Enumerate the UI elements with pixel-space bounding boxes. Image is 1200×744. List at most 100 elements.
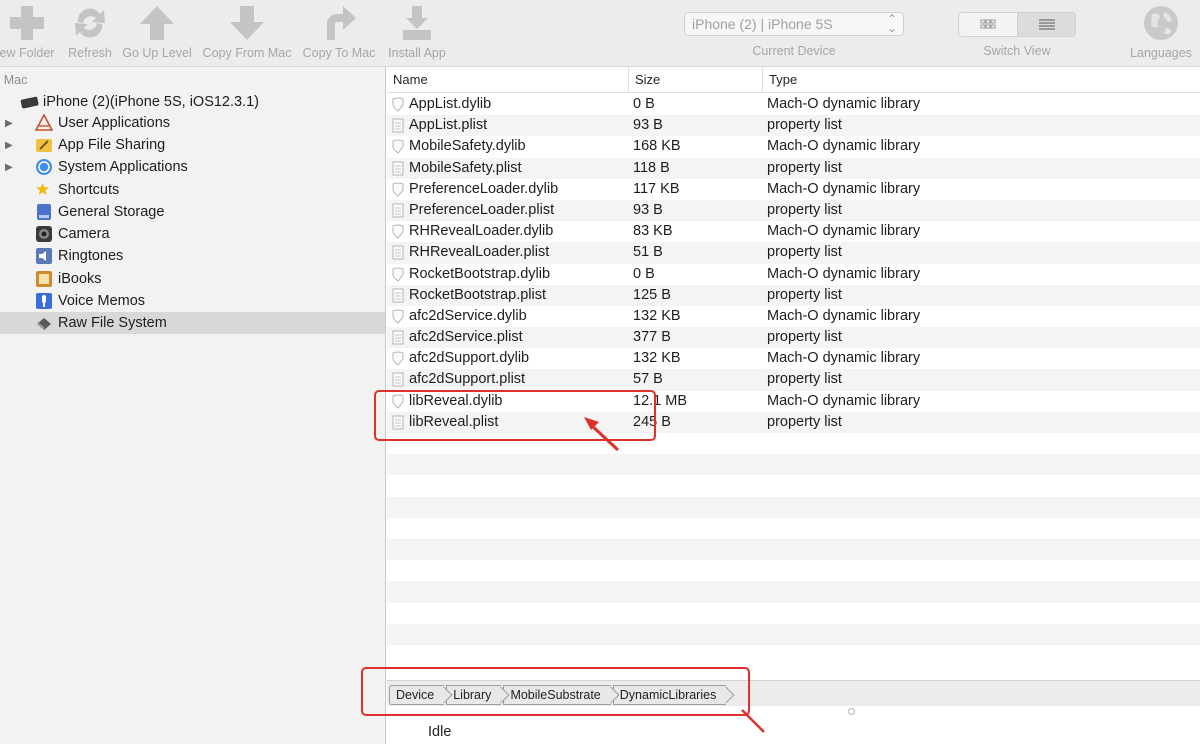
go-up-level-button[interactable]: Go Up Level: [120, 4, 194, 62]
table-row[interactable]: AppList.dylib 0 B Mach-O dynamic library: [387, 94, 1200, 115]
cell-name: MobileSafety.dylib: [409, 138, 526, 155]
refresh-label: Refresh: [68, 46, 112, 60]
copy-to-mac-label: Copy To Mac: [302, 46, 376, 60]
cell-size: 0 B: [633, 96, 655, 112]
sidebar-item-label: User Applications: [58, 115, 171, 131]
disclosure-triangle-icon[interactable]: ▶: [5, 162, 13, 173]
cell-name: RocketBootstrap.dylib: [409, 265, 551, 282]
column-header-name[interactable]: Name: [387, 67, 629, 92]
table-body: AppList.dylib 0 B Mach-O dynamic library Ap…: [387, 94, 1200, 666]
sidebar-item-ibooks[interactable]: iBooks: [0, 268, 385, 290]
table-row[interactable]: MobileSafety.plist 118 B property list: [387, 157, 1200, 179]
table-row[interactable]: PreferenceLoader.plist 93 B property list: [387, 199, 1200, 222]
cell-type: Mach-O dynamic library: [767, 223, 921, 240]
sidebar-item-ringtones[interactable]: Ringtones: [0, 245, 385, 267]
sidebar-item-label: Shortcuts: [58, 182, 120, 198]
table-row[interactable]: afc2dService.plist 377 B property list: [387, 327, 1200, 349]
sidebar-item-voice-memos[interactable]: Voice Memos: [0, 290, 385, 312]
sidebar-item-camera[interactable]: Camera: [0, 223, 385, 245]
sidebar-item-raw-file-system[interactable]: Raw File System: [0, 312, 385, 334]
table-row[interactable]: RocketBootstrap.dylib 0 B Mach-O dynamic l…: [387, 264, 1200, 285]
microphone-icon: [36, 293, 52, 309]
disclosure-triangle-icon[interactable]: ▶: [5, 140, 13, 151]
empty-row: [387, 603, 1200, 624]
sidebar-item-label: iBooks: [58, 271, 102, 287]
column-header-size[interactable]: Size: [629, 67, 763, 92]
refresh-button[interactable]: Refresh: [62, 4, 118, 62]
empty-row: [387, 475, 1200, 496]
install-app-button[interactable]: Install App: [384, 4, 450, 62]
cell-size: 117 KB: [633, 180, 680, 197]
arrow-down-icon: [230, 6, 264, 40]
copy-from-mac-button[interactable]: Copy From Mac: [200, 4, 294, 62]
cell-name: AppList.plist: [409, 117, 488, 134]
cell-type: property list: [767, 413, 842, 430]
table-row[interactable]: AppList.plist 93 B property list: [387, 115, 1200, 137]
empty-row: [387, 581, 1200, 603]
cell-type: property list: [767, 244, 842, 261]
plist-file-icon: [392, 118, 404, 133]
dylib-file-icon: [392, 97, 404, 112]
cell-type: property list: [767, 201, 842, 218]
new-folder-button[interactable]: ew Folder: [0, 4, 62, 62]
cell-name: afc2dSupport.plist: [409, 371, 526, 388]
copy-from-mac-label: Copy From Mac: [202, 46, 292, 60]
breadcrumb-item[interactable]: DynamicLibraries: [612, 685, 727, 705]
app-file-sharing-icon: [36, 139, 52, 152]
storage-icon: [37, 204, 51, 220]
cell-size: 168 KB: [633, 138, 681, 155]
device-select[interactable]: iPhone (2) | iPhone 5S ⌃ ⌄: [684, 12, 904, 36]
cell-size: 83 KB: [633, 223, 673, 240]
cell-type: property list: [767, 286, 842, 303]
cell-size: 93 B: [633, 117, 663, 134]
list-view-segment[interactable]: [1018, 13, 1075, 36]
copy-to-mac-button[interactable]: Copy To Mac: [300, 4, 378, 62]
table-row[interactable]: RHRevealLoader.plist 51 B property list: [387, 242, 1200, 264]
breadcrumb-item[interactable]: Library: [446, 685, 502, 705]
empty-row: [387, 496, 1200, 518]
table-row[interactable]: MobileSafety.dylib 168 KB Mach-O dynamic l…: [387, 136, 1200, 157]
cell-name: afc2dService.dylib: [409, 307, 527, 324]
cell-name: afc2dService.plist: [409, 329, 523, 346]
switch-view-label: Switch View: [983, 44, 1051, 58]
cell-size: 125 B: [633, 286, 671, 303]
empty-row: [387, 560, 1200, 581]
dylib-file-icon: [392, 309, 404, 324]
table-row[interactable]: RocketBootstrap.plist 125 B property list: [387, 284, 1200, 306]
sidebar-item-label: Camera: [58, 226, 110, 242]
device-select-value: iPhone (2) | iPhone 5S: [692, 16, 833, 32]
sidebar-item-user-applications[interactable]: ▶ User Applications: [0, 112, 385, 134]
sidebar-item-app-file-sharing[interactable]: ▶ App File Sharing: [0, 134, 385, 156]
sidebar-item-system-applications[interactable]: ▶ System Applications: [0, 156, 385, 178]
sidebar-item-general-storage[interactable]: General Storage: [0, 201, 385, 223]
table-row[interactable]: afc2dSupport.plist 57 B property list: [387, 369, 1200, 391]
languages-button[interactable]: Languages: [1122, 4, 1200, 60]
split-resize-handle[interactable]: [848, 708, 855, 715]
disclosure-triangle-icon[interactable]: ▶: [5, 118, 13, 129]
table-row[interactable]: afc2dService.dylib 132 KB Mach-O dynamic l…: [387, 306, 1200, 327]
status-text: Idle: [428, 724, 452, 740]
sidebar-item-shortcuts[interactable]: ★ Shortcuts: [0, 179, 385, 201]
table-row[interactable]: RHRevealLoader.dylib 83 KB Mach-O dynamic …: [387, 221, 1200, 242]
cell-name: RocketBootstrap.plist: [409, 286, 547, 303]
icon-view-segment[interactable]: [959, 13, 1017, 36]
switch-view-control[interactable]: [958, 12, 1076, 37]
cell-type: property list: [767, 329, 842, 346]
sidebar-section-header: y Mac: [0, 73, 28, 87]
table-row[interactable]: afc2dSupport.dylib 132 KB Mach-O dynamic l…: [387, 348, 1200, 369]
breadcrumb-item[interactable]: MobileSubstrate: [503, 685, 611, 705]
cell-name: PreferenceLoader.plist: [409, 201, 555, 218]
cell-size: 377 B: [633, 329, 671, 346]
cell-size: 51 B: [633, 244, 663, 261]
empty-row: [387, 623, 1200, 645]
breadcrumb-item[interactable]: Device: [389, 685, 445, 705]
table-row[interactable]: PreferenceLoader.dylib 117 KB Mach-O dynam…: [387, 179, 1200, 200]
sidebar-device[interactable]: iPhone (2)(iPhone 5S, iOS12.3.1): [20, 91, 259, 113]
dylib-file-icon: [392, 182, 404, 197]
list-icon: [1039, 19, 1055, 30]
cell-name: afc2dSupport.dylib: [409, 350, 530, 367]
sidebar-item-label: Ringtones: [58, 248, 124, 264]
column-header-type[interactable]: Type: [763, 67, 1200, 92]
sidebar: y Mac iPhone (2)(iPhone 5S, iOS12.3.1) ▶…: [0, 67, 386, 744]
dylib-file-icon: [392, 351, 404, 366]
